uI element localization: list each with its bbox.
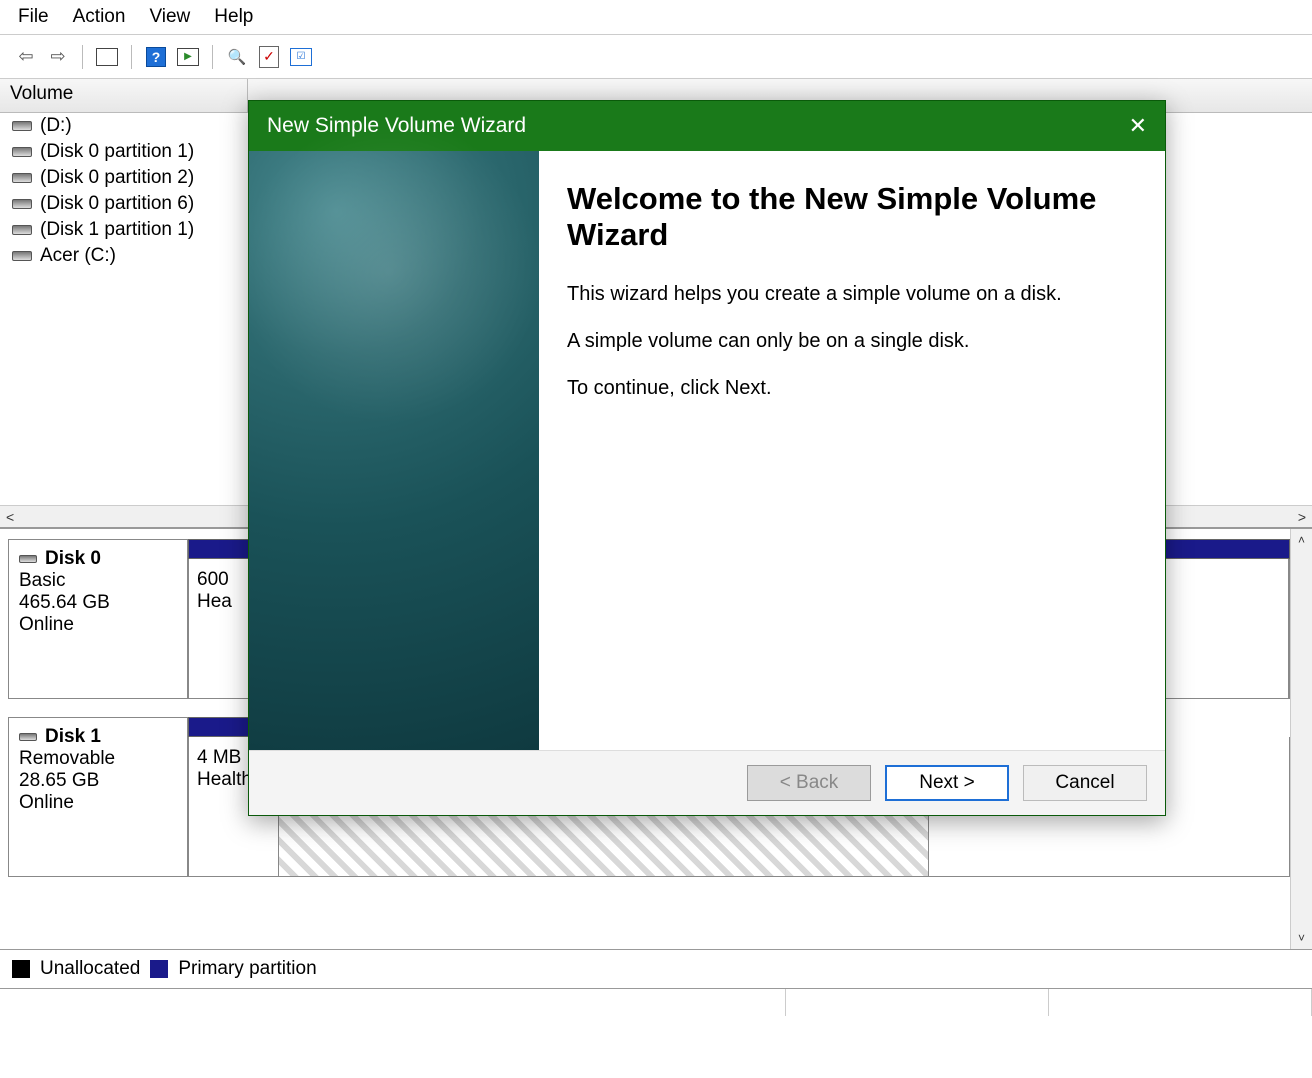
- volume-icon: [12, 147, 32, 157]
- menu-file[interactable]: File: [18, 6, 49, 28]
- scroll-left-icon[interactable]: <: [6, 509, 14, 525]
- legend-swatch-primary: [150, 960, 168, 978]
- disk-type: Removable: [19, 748, 177, 770]
- list-icon[interactable]: ☑: [287, 43, 315, 71]
- status-segment: [0, 989, 786, 1016]
- close-icon[interactable]: ✕: [1129, 113, 1147, 139]
- disk-icon: [19, 733, 37, 741]
- refresh-icon[interactable]: 🔍: [223, 43, 251, 71]
- back-button: < Back: [747, 765, 871, 801]
- wizard-text: A simple volume can only be on a single …: [567, 330, 1137, 353]
- volume-label: (Disk 0 partition 1): [40, 141, 194, 163]
- volume-label: (Disk 0 partition 6): [40, 193, 194, 215]
- action-list-icon[interactable]: ▶: [174, 43, 202, 71]
- new-simple-volume-wizard: New Simple Volume Wizard ✕ Welcome to th…: [248, 100, 1166, 816]
- wizard-content: Welcome to the New Simple Volume Wizard …: [539, 151, 1165, 750]
- volume-item[interactable]: (Disk 0 partition 2): [0, 165, 248, 191]
- volume-label: Acer (C:): [40, 245, 116, 267]
- disk-icon: [19, 555, 37, 563]
- forward-icon[interactable]: ⇨: [44, 43, 72, 71]
- properties-icon[interactable]: [93, 43, 121, 71]
- wizard-body: Welcome to the New Simple Volume Wizard …: [249, 151, 1165, 750]
- disk-type: Basic: [19, 570, 177, 592]
- scroll-right-icon[interactable]: >: [1298, 509, 1306, 525]
- volume-icon: [12, 121, 32, 131]
- separator: [131, 45, 132, 69]
- scroll-up-icon[interactable]: ˄: [1298, 533, 1305, 547]
- disk-0-info[interactable]: Disk 0 Basic 465.64 GB Online: [8, 539, 188, 699]
- disk-name: Disk 0: [45, 548, 101, 570]
- volume-icon: [12, 251, 32, 261]
- status-segment: [786, 989, 1049, 1016]
- volume-icon: [12, 225, 32, 235]
- legend-label-primary: Primary partition: [178, 958, 316, 980]
- volume-label: (Disk 1 partition 1): [40, 219, 194, 241]
- volume-item[interactable]: (Disk 0 partition 1): [0, 139, 248, 165]
- next-button[interactable]: Next >: [885, 765, 1009, 801]
- menu-view[interactable]: View: [149, 6, 190, 28]
- check-icon[interactable]: ✓: [255, 43, 283, 71]
- legend: Unallocated Primary partition: [0, 949, 1312, 988]
- disk-status: Online: [19, 792, 177, 814]
- volume-column-header[interactable]: Volume: [0, 79, 248, 112]
- volume-item[interactable]: (Disk 0 partition 6): [0, 191, 248, 217]
- legend-swatch-unallocated: [12, 960, 30, 978]
- disk-status: Online: [19, 614, 177, 636]
- separator: [212, 45, 213, 69]
- menu-action[interactable]: Action: [73, 6, 126, 28]
- separator: [82, 45, 83, 69]
- volume-list: (D:) (Disk 0 partition 1) (Disk 0 partit…: [0, 113, 248, 505]
- scroll-down-icon[interactable]: ˅: [1298, 931, 1305, 945]
- help-icon[interactable]: ?: [142, 43, 170, 71]
- wizard-sidebar-graphic: [249, 151, 539, 750]
- back-icon[interactable]: ⇦: [12, 43, 40, 71]
- volume-item[interactable]: (D:): [0, 113, 248, 139]
- volume-label: (D:): [40, 115, 72, 137]
- vertical-scrollbar[interactable]: ˄ ˅: [1290, 529, 1312, 949]
- volume-icon: [12, 173, 32, 183]
- volume-icon: [12, 199, 32, 209]
- toolbar: ⇦ ⇨ ? ▶ 🔍 ✓ ☑: [0, 35, 1312, 79]
- wizard-footer: < Back Next > Cancel: [249, 750, 1165, 815]
- menu-bar: File Action View Help: [0, 0, 1312, 35]
- wizard-text: This wizard helps you create a simple vo…: [567, 283, 1137, 306]
- status-bar: [0, 988, 1312, 1016]
- wizard-heading: Welcome to the New Simple Volume Wizard: [567, 181, 1137, 253]
- disk-size: 465.64 GB: [19, 592, 177, 614]
- status-segment: [1049, 989, 1312, 1016]
- legend-label-unallocated: Unallocated: [40, 958, 140, 980]
- disk-1-info[interactable]: Disk 1 Removable 28.65 GB Online: [8, 717, 188, 877]
- volume-label: (Disk 0 partition 2): [40, 167, 194, 189]
- disk-size: 28.65 GB: [19, 770, 177, 792]
- menu-help[interactable]: Help: [214, 6, 253, 28]
- wizard-text: To continue, click Next.: [567, 377, 1137, 400]
- disk-name: Disk 1: [45, 726, 101, 748]
- cancel-button[interactable]: Cancel: [1023, 765, 1147, 801]
